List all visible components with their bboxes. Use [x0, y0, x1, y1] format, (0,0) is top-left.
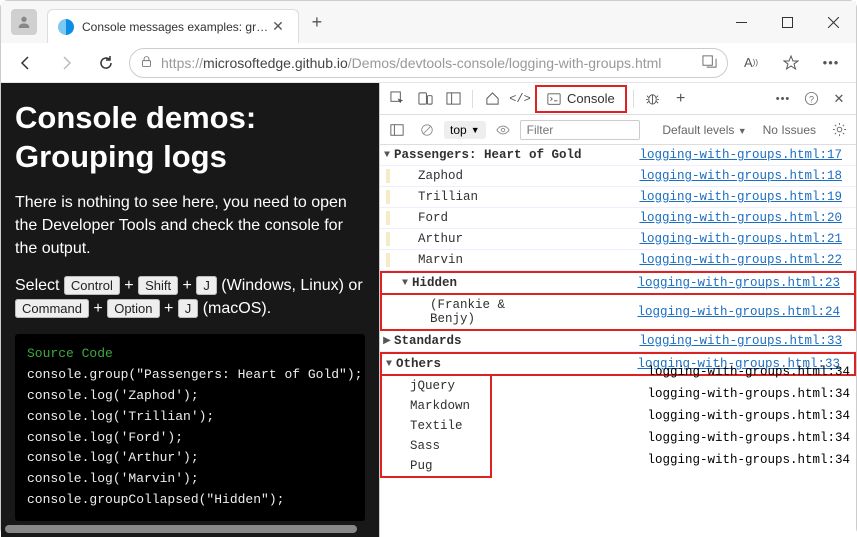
console-row: Zaphodlogging-with-groups.html:18: [380, 166, 856, 187]
console-tab-label: Console: [567, 91, 615, 106]
tab-close-icon[interactable]: ✕: [268, 18, 288, 35]
code-line: console.log('Zaphod');: [27, 386, 353, 407]
console-source-link[interactable]: logging-with-groups.html:34: [647, 365, 850, 379]
code-line: console.log('Marvin');: [27, 469, 353, 490]
code-line: console.log('Arthur');: [27, 448, 353, 469]
device-icon[interactable]: [412, 86, 438, 112]
console-group-header-hidden[interactable]: ▼ Hidden logging-with-groups.html:23: [380, 271, 856, 295]
console-row: Pug: [382, 456, 490, 476]
inspect-icon[interactable]: [384, 86, 410, 112]
console-row: Markdown: [382, 396, 490, 416]
levels-selector[interactable]: Default levels ▼: [656, 123, 752, 137]
console-source-link[interactable]: logging-with-groups.html:22: [639, 253, 848, 267]
context-selector[interactable]: top ▼: [444, 121, 486, 139]
code-line: console.groupCollapsed("Hidden");: [27, 490, 353, 511]
back-button[interactable]: [9, 46, 43, 80]
code-line: console.log('Trillian');: [27, 407, 353, 428]
panel-icon[interactable]: [440, 86, 466, 112]
edge-favicon: [58, 19, 74, 35]
kbd-control: Control: [64, 276, 120, 295]
console-source-link[interactable]: logging-with-groups.html:17: [639, 148, 848, 162]
console-source-link[interactable]: logging-with-groups.html:34: [647, 431, 850, 445]
devtools-toolbar: </> Console + ••• ? ✕: [380, 83, 856, 115]
console-group-header[interactable]: ▼ Passengers: Heart of Gold logging-with…: [380, 145, 856, 166]
reader-icon[interactable]: A)): [734, 46, 768, 80]
kbd-command: Command: [15, 299, 89, 318]
lock-icon: [140, 55, 153, 71]
window-maximize-button[interactable]: [764, 5, 810, 39]
browser-tab[interactable]: Console messages examples: gr… ✕: [47, 9, 299, 43]
console-source-link[interactable]: logging-with-groups.html:34: [647, 387, 850, 401]
console-group-label: Passengers: Heart of Gold: [394, 148, 639, 162]
console-row: Arthurlogging-with-groups.html:21: [380, 229, 856, 250]
filter-input[interactable]: [520, 120, 640, 140]
console-tab[interactable]: Console: [535, 85, 627, 113]
devtools-menu-icon[interactable]: •••: [770, 86, 796, 112]
console-source-link[interactable]: logging-with-groups.html:34: [647, 453, 850, 467]
console-source-link[interactable]: logging-with-groups.html:34: [647, 409, 850, 423]
console-icon: [547, 92, 561, 106]
page-paragraph-1: There is nothing to see here, you need t…: [15, 191, 365, 261]
kbd-j: J: [196, 276, 217, 295]
welcome-icon[interactable]: [479, 86, 505, 112]
page-paragraph-2: Select Control + Shift + J (Windows, Lin…: [15, 274, 365, 320]
titlebar: Console messages examples: gr… ✕ +: [1, 1, 856, 43]
console-source-link[interactable]: logging-with-groups.html:33: [639, 334, 848, 348]
source-code-box: Source Code console.group("Passengers: H…: [15, 334, 365, 520]
console-row: jQuery: [382, 376, 490, 396]
console-source-link[interactable]: logging-with-groups.html:18: [639, 169, 848, 183]
sidebar-toggle-icon[interactable]: [384, 117, 410, 143]
favorites-icon[interactable]: [774, 46, 808, 80]
console-output: ▼ Passengers: Heart of Gold logging-with…: [380, 145, 856, 537]
refresh-button[interactable]: [89, 46, 123, 80]
address-bar[interactable]: https://microsoftedge.github.io/Demos/de…: [129, 48, 728, 78]
code-line: console.group("Passengers: Heart of Gold…: [27, 365, 353, 386]
console-row: Marvinlogging-with-groups.html:22: [380, 250, 856, 271]
devtools-close-icon[interactable]: ✕: [826, 86, 852, 112]
kbd-option: Option: [107, 299, 159, 318]
horizontal-scrollbar[interactable]: [5, 523, 375, 535]
console-source-link[interactable]: logging-with-groups.html:19: [639, 190, 848, 204]
profile-avatar[interactable]: [11, 9, 37, 35]
source-code-title: Source Code: [27, 344, 353, 365]
console-source-link[interactable]: logging-with-groups.html:24: [637, 305, 846, 319]
kbd-shift: Shift: [138, 276, 178, 295]
console-row: Sass: [382, 436, 490, 456]
code-line: console.log('Ford');: [27, 428, 353, 449]
window-close-button[interactable]: [810, 5, 856, 39]
console-row: (Frankie & Benjy) logging-with-groups.ht…: [380, 295, 856, 331]
forward-button[interactable]: [49, 46, 83, 80]
settings-icon[interactable]: [826, 117, 852, 143]
help-icon[interactable]: ?: [798, 86, 824, 112]
issues-button[interactable]: No Issues: [757, 123, 822, 137]
eye-icon[interactable]: [490, 117, 516, 143]
app-mode-icon[interactable]: [702, 54, 717, 72]
menu-icon[interactable]: •••: [814, 46, 848, 80]
console-source-link[interactable]: logging-with-groups.html:21: [639, 232, 848, 246]
svg-text:?: ?: [808, 94, 813, 104]
elements-icon[interactable]: </>: [507, 86, 533, 112]
console-row: Textile: [382, 416, 490, 436]
page-heading: Console demos: Grouping logs: [15, 99, 365, 177]
new-tab-button[interactable]: +: [303, 8, 331, 36]
window-minimize-button[interactable]: [718, 5, 764, 39]
console-group-header-standards[interactable]: ▶ Standards logging-with-groups.html:33: [380, 331, 856, 352]
clear-console-icon[interactable]: [414, 117, 440, 143]
tab-title: Console messages examples: gr…: [82, 20, 268, 34]
address-row: https://microsoftedge.github.io/Demos/de…: [1, 43, 856, 83]
console-row: Trillianlogging-with-groups.html:19: [380, 187, 856, 208]
page-content: Console demos: Grouping logs There is no…: [1, 83, 379, 537]
url-text: https://microsoftedge.github.io/Demos/de…: [161, 55, 694, 71]
console-row: Fordlogging-with-groups.html:20: [380, 208, 856, 229]
devtools-panel: </> Console + ••• ? ✕ top ▼ Default leve…: [379, 83, 856, 537]
kbd-j-2: J: [178, 299, 199, 318]
console-source-link[interactable]: logging-with-groups.html:20: [639, 211, 848, 225]
more-tabs-icon[interactable]: +: [668, 86, 694, 112]
console-source-link[interactable]: logging-with-groups.html:23: [637, 276, 846, 290]
bug-icon[interactable]: [640, 86, 666, 112]
console-filter-bar: top ▼ Default levels ▼ No Issues: [380, 115, 856, 145]
